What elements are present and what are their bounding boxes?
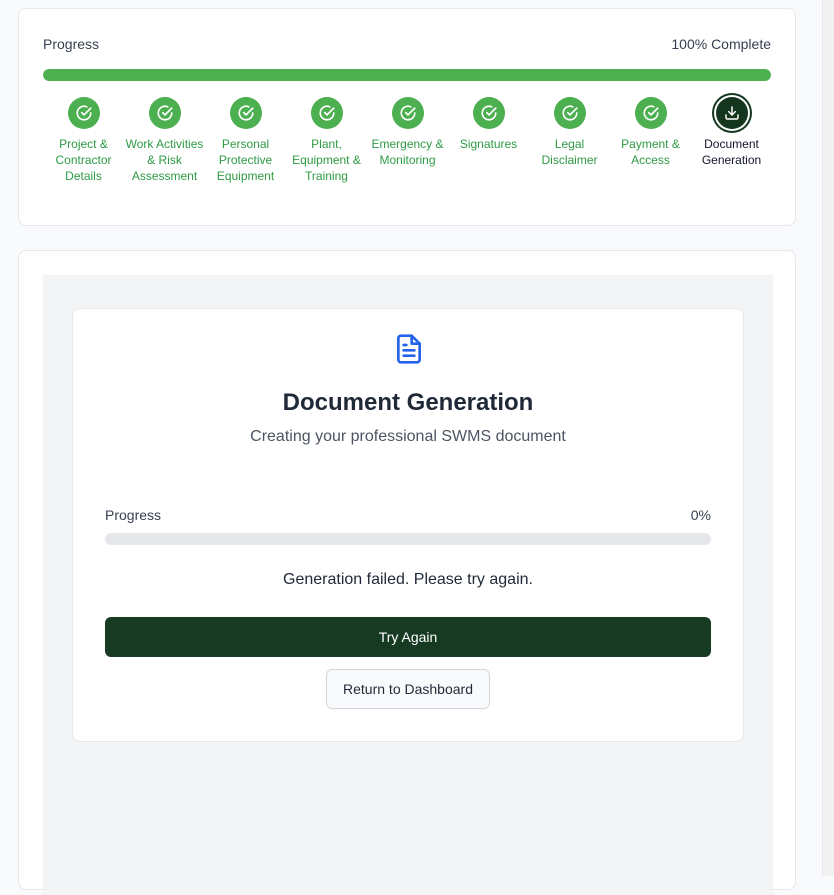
progress-label: Progress — [43, 36, 100, 52]
step-2[interactable]: Work Activities & Risk Assessment — [124, 97, 205, 184]
step-label: Document Generation — [701, 137, 762, 167]
check-circle-icon — [472, 97, 505, 129]
step-8[interactable]: Payment & Access — [610, 97, 691, 168]
generation-progress-bar — [105, 533, 711, 545]
generation-subtitle: Creating your professional SWMS document — [250, 428, 566, 445]
step-label: Work Activities & Risk Assessment — [125, 137, 204, 183]
step-label: Project & Contractor Details — [55, 137, 112, 183]
download-icon — [715, 97, 748, 129]
overall-progress-bar — [43, 69, 771, 81]
check-circle-icon — [67, 97, 100, 129]
step-label: Signatures — [459, 137, 518, 151]
generation-progress-label: Progress — [105, 507, 162, 523]
generation-progress-header: Progress 0% — [105, 507, 711, 523]
scrollbar[interactable] — [822, 0, 834, 876]
step-9[interactable]: Document Generation — [691, 97, 772, 168]
document-panel: Document Generation Creating your profes… — [43, 275, 773, 895]
step-4[interactable]: Plant, Equipment & Training — [286, 97, 367, 184]
step-label: Emergency & Monitoring — [371, 137, 444, 167]
step-label: Personal Protective Equipment — [216, 137, 275, 183]
step-7[interactable]: Legal Disclaimer — [529, 97, 610, 168]
check-circle-icon — [310, 97, 343, 129]
generation-title: Document Generation — [282, 389, 534, 416]
check-circle-icon — [391, 97, 424, 129]
step-list: Project & Contractor Details Work Activit… — [43, 97, 773, 217]
step-label: Legal Disclaimer — [541, 137, 598, 167]
check-circle-icon — [634, 97, 667, 129]
overall-progress-fill — [43, 69, 771, 81]
try-again-button[interactable]: Try Again — [105, 617, 711, 657]
progress-header: Progress 100% Complete — [43, 36, 771, 52]
step-label: Payment & Access — [621, 137, 680, 167]
check-circle-icon — [553, 97, 586, 129]
return-to-dashboard-button[interactable]: Return to Dashboard — [326, 669, 490, 709]
check-circle-icon — [148, 97, 181, 129]
step-label: Plant, Equipment & Training — [292, 137, 361, 183]
generation-card: Document Generation Creating your profes… — [72, 308, 744, 742]
file-text-icon — [397, 334, 421, 364]
progress-card: Progress 100% Complete Project & Contrac… — [18, 8, 796, 226]
step-3[interactable]: Personal Protective Equipment — [205, 97, 286, 184]
progress-complete-text: 100% Complete — [671, 36, 771, 52]
step-5[interactable]: Emergency & Monitoring — [367, 97, 448, 168]
generation-progress-percent: 0% — [690, 507, 711, 523]
check-circle-icon — [229, 97, 262, 129]
generation-status-message: Generation failed. Please try again. — [283, 571, 533, 588]
document-card: Document Generation Creating your profes… — [18, 250, 796, 895]
step-6[interactable]: Signatures — [448, 97, 529, 152]
step-1[interactable]: Project & Contractor Details — [43, 97, 124, 184]
